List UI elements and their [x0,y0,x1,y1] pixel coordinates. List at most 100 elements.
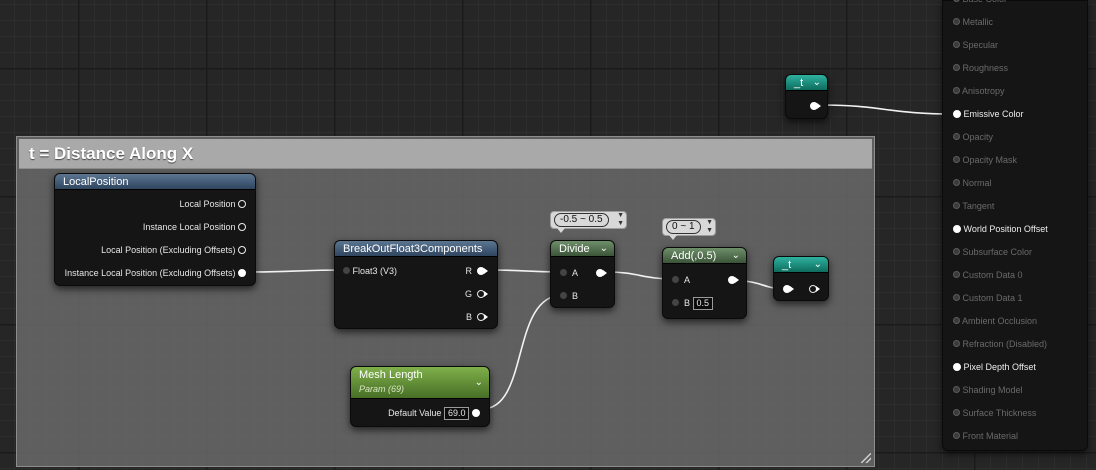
node-header[interactable]: LocalPosition [55,174,255,190]
input-pin-icon[interactable] [953,64,960,72]
material-input-row[interactable]: World Position Offset [953,223,1048,235]
output-pin-icon[interactable] [472,408,480,417]
local-position-node[interactable]: LocalPosition Local Position Instance Lo… [54,173,256,286]
node-header[interactable]: Add(,0.5) ⌄ [663,248,746,264]
input-pin-icon[interactable] [953,362,961,371]
output-row[interactable]: B [466,311,488,323]
material-input-row[interactable]: Shading Model [953,384,1023,396]
range-toggle-icon[interactable]: ▼ ▼ [706,219,713,235]
input-row[interactable]: B [560,290,578,302]
output-arrow-icon [816,285,820,292]
comment-title[interactable]: t = Distance Along X [19,139,872,169]
output-row[interactable]: Instance Local Position [143,221,246,233]
input-pin-icon[interactable] [953,386,960,394]
input-pin-icon[interactable] [953,294,960,302]
input-pin-icon[interactable] [953,179,960,187]
node-header[interactable]: BreakOutFloat3Components [335,241,497,257]
output-pin-icon[interactable] [238,222,246,231]
input-pin-icon[interactable] [953,340,960,348]
input-pin-icon[interactable] [953,409,960,417]
node-header[interactable]: _t ⌄ [786,75,827,91]
input-pin-icon[interactable] [953,224,961,233]
chevron-down-icon[interactable]: ⌄ [600,241,608,257]
node-header[interactable]: Divide ⌄ [551,241,614,257]
output-row[interactable] [728,274,739,286]
input-pin-icon[interactable] [953,432,960,440]
input-row[interactable]: Float3 (V3) [343,265,397,277]
divide-node[interactable]: Divide ⌄ A B [550,240,615,308]
material-input-row[interactable]: Subsurface Color [953,246,1032,258]
node-header[interactable]: Mesh Length Param (69) ⌄ [351,367,489,399]
output-row[interactable] [809,283,820,295]
output-pin-icon[interactable] [238,199,246,208]
output-row[interactable]: Local Position (Excluding Offsets) [101,244,246,256]
mesh-length-node[interactable]: Mesh Length Param (69) ⌄ Default Value 6… [350,366,490,427]
chevron-down-icon[interactable]: ⌄ [475,375,483,391]
output-row[interactable]: Instance Local Position (Excluding Offse… [65,267,246,279]
material-input-row[interactable]: Ambient Occlusion [953,315,1037,327]
material-input-row[interactable]: Front Material [953,430,1018,442]
material-input-row[interactable]: Opacity [953,131,993,143]
output-pin-icon[interactable] [238,268,246,277]
material-input-row[interactable]: Tangent [953,200,994,212]
input-row[interactable]: B 0.5 [672,297,714,310]
material-input-row[interactable]: Normal [953,177,992,189]
output-pin-icon[interactable] [238,245,246,254]
t-named-reroute-usage-node[interactable]: _t ⌄ [785,74,828,119]
material-input-label: Opacity Mask [960,155,1018,165]
material-input-row[interactable]: Anisotropy [953,85,1005,97]
input-pin-icon[interactable] [953,87,960,95]
input-pin-icon[interactable] [560,269,567,277]
material-input-row[interactable]: Emissive Color [953,108,1024,120]
node-header[interactable]: _t ⌄ [774,257,828,273]
material-input-row[interactable]: Metallic [953,16,993,28]
output-row[interactable]: Default Value 69.0 [388,407,480,420]
pin-label: Instance Local Position (Excluding Offse… [64,268,236,278]
default-value-field[interactable]: 69.0 [443,407,470,420]
output-row[interactable] [810,100,821,112]
input-pin-icon[interactable] [672,276,679,284]
input-pin-icon[interactable] [343,267,350,275]
input-pin-icon[interactable] [953,248,960,256]
input-row[interactable]: A [560,267,578,279]
range-toggle-icon[interactable]: ▼ ▼ [617,212,624,228]
chevron-down-icon[interactable]: ⌄ [814,257,822,273]
material-input-row[interactable]: Surface Thickness [953,407,1036,419]
output-row[interactable]: Local Position [179,198,246,210]
input-pin-icon[interactable] [953,0,960,3]
output-arrow-icon [603,269,607,276]
output-row[interactable] [596,267,607,279]
input-pin-icon[interactable] [953,156,960,164]
input-pin-icon[interactable] [953,41,960,49]
chevron-down-icon[interactable]: ⌄ [732,248,740,264]
chevron-down-icon[interactable]: ⌄ [813,75,821,91]
t-named-reroute-node[interactable]: _t ⌄ [773,256,829,301]
breakout-float3-node[interactable]: BreakOutFloat3Components Float3 (V3) R G… [334,240,498,329]
input-pin-icon[interactable] [953,271,960,279]
input-pin-icon[interactable] [953,133,960,141]
material-input-row[interactable]: Specular [953,39,998,51]
input-pin-icon[interactable] [953,109,961,118]
material-input-row[interactable]: Roughness [953,62,1008,74]
input-row[interactable]: A [672,274,690,286]
material-input-row[interactable]: Pixel Depth Offset [953,361,1036,373]
input-pin-icon[interactable] [953,202,960,210]
input-pin-icon[interactable] [672,299,679,307]
input-pin-icon[interactable] [953,18,960,26]
material-output-node[interactable]: Base Color Metallic Specular Roughness A… [942,0,1088,451]
output-row[interactable]: G [465,288,488,300]
material-input-label: Normal [960,178,992,188]
output-row[interactable]: R [465,265,488,277]
material-input-row[interactable]: Base Color [953,0,1007,5]
material-input-row[interactable]: Custom Data 1 [953,292,1023,304]
material-input-row[interactable]: Refraction (Disabled) [953,338,1047,350]
resize-grip-icon[interactable] [861,453,871,463]
input-pin-icon[interactable] [560,292,567,300]
input-pin-icon[interactable] [953,317,960,325]
b-value-field[interactable]: 0.5 [692,297,714,310]
input-row[interactable] [783,283,794,295]
add-node[interactable]: Add(,0.5) ⌄ A B 0.5 [662,247,747,319]
material-input-label: Custom Data 1 [960,293,1023,303]
material-input-row[interactable]: Opacity Mask [953,154,1017,166]
material-input-row[interactable]: Custom Data 0 [953,269,1023,281]
